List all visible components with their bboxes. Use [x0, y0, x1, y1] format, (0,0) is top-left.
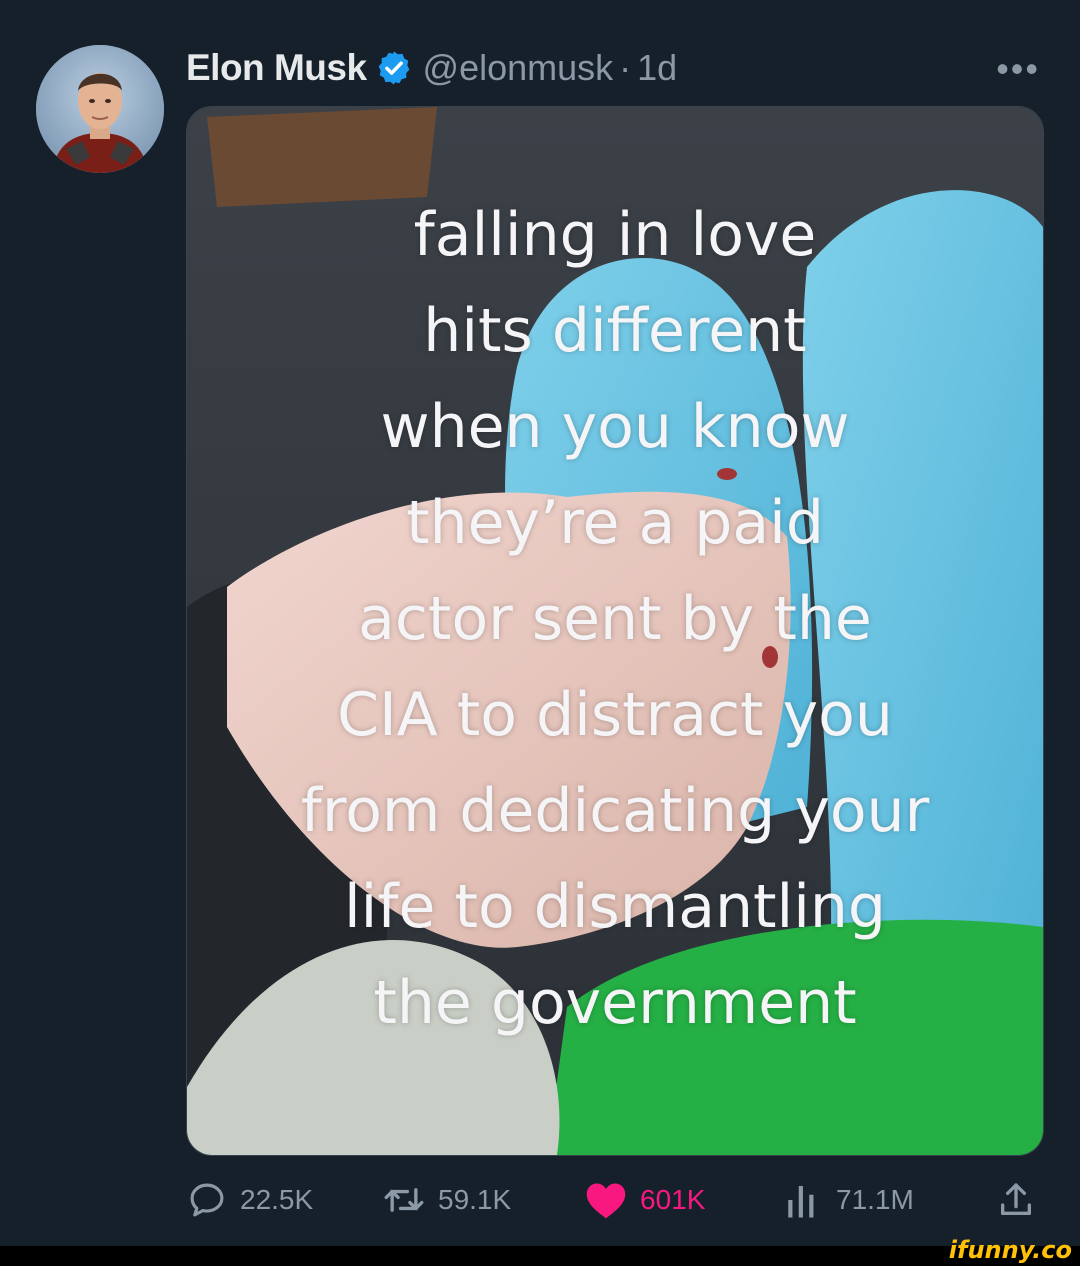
repost-count: 59.1K	[438, 1184, 512, 1215]
tweet-media-image[interactable]: falling in love hits different when you …	[186, 106, 1044, 1156]
caption-line: life to dismantling	[344, 872, 886, 942]
caption-line: CIA to distract you	[337, 680, 893, 750]
views-chart-icon	[788, 1186, 814, 1218]
tweet[interactable]: Elon Musk @elonmusk · 1d ••• falling in …	[0, 0, 1080, 1246]
author-handle[interactable]: @elonmusk	[423, 47, 614, 89]
repost-icon	[384, 1188, 424, 1212]
author-name[interactable]: Elon Musk	[186, 47, 367, 89]
views-button[interactable]: 71.1M	[784, 1172, 914, 1228]
caption-line: from dedicating your	[300, 776, 930, 846]
caption-line: when you know	[380, 392, 850, 462]
timestamp[interactable]: 1d	[637, 47, 677, 89]
share-button[interactable]	[996, 1172, 1048, 1228]
media-caption-text: falling in love hits different when you …	[187, 187, 1043, 1051]
more-options-icon[interactable]: •••	[996, 48, 1040, 90]
reply-button[interactable]: 22.5K	[186, 1172, 313, 1228]
avatar[interactable]	[36, 45, 164, 173]
caption-line: falling in love	[413, 200, 817, 270]
separator-dot: ·	[619, 47, 632, 88]
repost-button[interactable]: 59.1K	[382, 1172, 511, 1228]
watermark-logo: ifunny.co	[948, 1236, 1072, 1264]
tweet-header: Elon Musk @elonmusk · 1d	[186, 40, 677, 96]
verified-badge-icon	[375, 49, 413, 87]
heart-icon	[586, 1183, 626, 1219]
caption-line: the government	[373, 968, 857, 1038]
watermark-bar	[0, 1246, 1080, 1266]
reply-icon	[190, 1183, 224, 1217]
view-count: 71.1M	[836, 1184, 914, 1215]
tweet-actions: 22.5K 59.1K 601K 71.1M	[186, 1172, 1042, 1228]
like-count: 601K	[640, 1184, 706, 1215]
reply-count: 22.5K	[240, 1184, 314, 1215]
like-button[interactable]: 601K	[584, 1172, 705, 1228]
caption-line: hits different	[423, 296, 807, 366]
caption-line: they’re a paid	[406, 488, 824, 558]
caption-line: actor sent by the	[358, 584, 872, 654]
share-icon	[1001, 1183, 1031, 1215]
